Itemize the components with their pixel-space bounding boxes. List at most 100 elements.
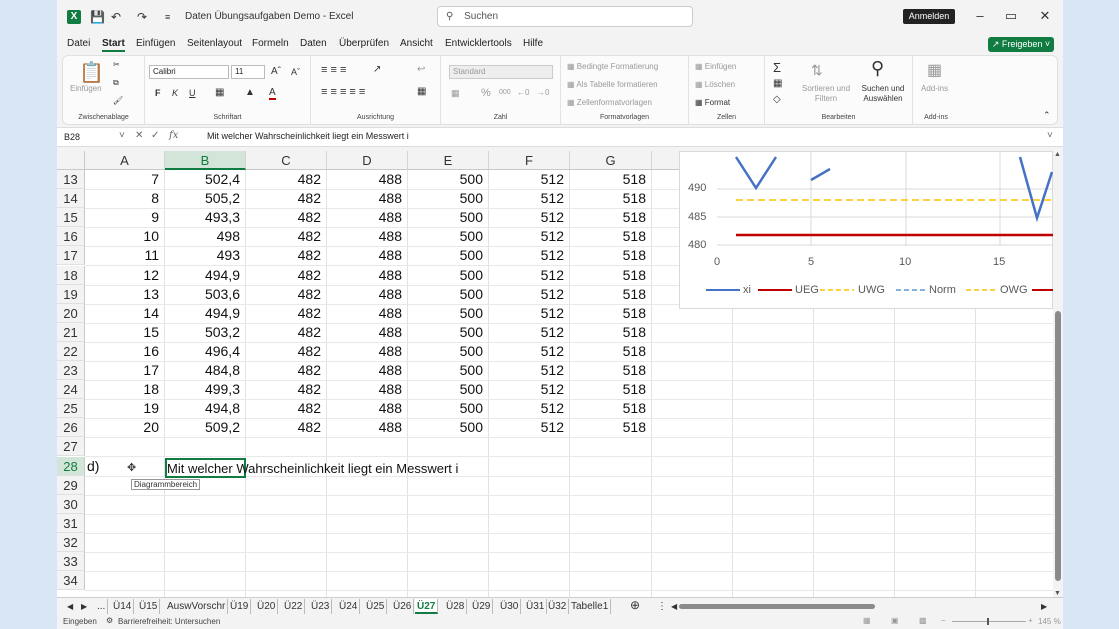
align-top-icon[interactable]: ≡ ≡ ≡ — [321, 64, 346, 76]
copy-icon[interactable]: ⧉ — [113, 78, 119, 88]
cell-c14[interactable]: 482 — [246, 189, 327, 208]
sheet-tab[interactable]: Ü32 — [546, 599, 570, 614]
sheet-tab[interactable]: Ü25 — [364, 599, 388, 614]
zoom-slider-handle[interactable] — [987, 618, 989, 625]
cell-f16[interactable]: 512 — [489, 227, 570, 246]
cell-a19[interactable]: 13 — [85, 285, 165, 304]
cell-d20[interactable]: 488 — [327, 304, 408, 323]
cell-g16[interactable]: 518 — [570, 227, 652, 246]
tab-seitenlayout[interactable]: Seitenlayout — [187, 38, 242, 49]
cell-g18[interactable]: 518 — [570, 266, 652, 285]
cell-f14[interactable]: 512 — [489, 189, 570, 208]
font-name-dropdown[interactable]: Calibri — [149, 65, 229, 79]
hscroll-left-icon[interactable]: ◀ — [669, 599, 679, 614]
cell-f24[interactable]: 512 — [489, 380, 570, 399]
merge-icon[interactable]: ▦ — [417, 86, 426, 97]
zoom-in-icon[interactable]: + — [1028, 616, 1033, 625]
add-sheet-icon[interactable]: ⊕ — [628, 598, 642, 613]
cell-a28[interactable]: d) — [85, 457, 165, 476]
cell-e21[interactable]: 500 — [408, 323, 489, 342]
cell-e26[interactable]: 500 — [408, 418, 489, 437]
row-header-24[interactable]: 24 — [57, 380, 85, 400]
sheet-tab[interactable]: Tabelle1 — [569, 599, 612, 614]
shrink-font-icon[interactable]: Aˇ — [291, 67, 300, 77]
vertical-scroll-thumb[interactable] — [1055, 311, 1061, 581]
tab-start[interactable]: Start — [102, 38, 125, 52]
cell-e23[interactable]: 500 — [408, 361, 489, 380]
cell-d24[interactable]: 488 — [327, 380, 408, 399]
cell-c16[interactable]: 482 — [246, 227, 327, 246]
row-header-31[interactable]: 31 — [57, 513, 85, 533]
cell-c19[interactable]: 482 — [246, 285, 327, 304]
cell-a24[interactable]: 18 — [85, 380, 165, 399]
sheet-tab[interactable]: Ü14 — [111, 599, 135, 614]
column-header-e[interactable]: E — [408, 151, 489, 170]
row-header-14[interactable]: 14 — [57, 189, 85, 209]
column-header-b[interactable]: B — [165, 151, 246, 170]
sheet-tab[interactable]: Ü30 — [498, 599, 522, 614]
cell-c20[interactable]: 482 — [246, 304, 327, 323]
cell-f21[interactable]: 512 — [489, 323, 570, 342]
sheet-tab[interactable]: Ü28 — [444, 599, 468, 614]
row-header-33[interactable]: 33 — [57, 552, 85, 571]
cell-g22[interactable]: 518 — [570, 342, 652, 361]
cell-styles-button[interactable]: ▦ Zellenformatvorlagen — [567, 98, 652, 107]
cell-g19[interactable]: 518 — [570, 285, 652, 304]
cell-b26[interactable]: 509,2 — [165, 418, 246, 437]
cell-g23[interactable]: 518 — [570, 361, 652, 380]
tab-ansicht[interactable]: Ansicht — [400, 38, 433, 49]
tab-entwicklertools[interactable]: Entwicklertools — [445, 38, 512, 49]
cut-icon[interactable]: ✂ — [113, 60, 120, 69]
format-painter-icon[interactable]: 🖌 — [113, 96, 123, 105]
fill-icon[interactable]: ▦ — [773, 78, 782, 89]
cell-d23[interactable]: 488 — [327, 361, 408, 380]
spreadsheet-grid[interactable]: ABCDEFGHIJKL 137502,44824885005125181485… — [57, 151, 1053, 597]
cell-b16[interactable]: 498 — [165, 227, 246, 246]
cell-a25[interactable]: 19 — [85, 399, 165, 418]
zoom-slider[interactable] — [952, 621, 1026, 622]
cell-b15[interactable]: 493,3 — [165, 208, 246, 227]
cell-e15[interactable]: 500 — [408, 208, 489, 227]
tab-formeln[interactable]: Formeln — [252, 38, 289, 49]
enter-icon[interactable]: ✓ — [151, 130, 159, 141]
cell-d16[interactable]: 488 — [327, 227, 408, 246]
close-button[interactable]: ✕ — [1035, 8, 1055, 24]
cancel-icon[interactable]: ✕ — [135, 130, 143, 141]
cell-a23[interactable]: 17 — [85, 361, 165, 380]
sheet-tab[interactable]: Ü19 — [228, 599, 252, 614]
cell-e13[interactable]: 500 — [408, 170, 489, 189]
page-break-icon[interactable]: ▩ — [919, 616, 927, 625]
cell-c23[interactable]: 482 — [246, 361, 327, 380]
delete-cells-button[interactable]: ▦ Löschen — [695, 80, 735, 89]
cell-a14[interactable]: 8 — [85, 189, 165, 208]
share-button[interactable]: ↗ Freigeben ˅ — [988, 37, 1054, 52]
column-header-d[interactable]: D — [327, 151, 408, 170]
cell-g17[interactable]: 518 — [570, 246, 652, 265]
row-header-29[interactable]: 29 — [57, 475, 85, 495]
cell-c26[interactable]: 482 — [246, 418, 327, 437]
normal-view-icon[interactable]: ▦ — [863, 616, 871, 625]
cell-f26[interactable]: 512 — [489, 418, 570, 437]
cell-e24[interactable]: 500 — [408, 380, 489, 399]
hscroll-right-icon[interactable]: ▶ — [1039, 599, 1049, 614]
cell-a18[interactable]: 12 — [85, 266, 165, 285]
cell-g15[interactable]: 518 — [570, 208, 652, 227]
row-header-27[interactable]: 27 — [57, 437, 85, 457]
minimize-button[interactable]: – — [970, 8, 990, 23]
collapse-ribbon-icon[interactable]: ⌃ — [1043, 110, 1051, 121]
cell-d18[interactable]: 488 — [327, 266, 408, 285]
cell-f22[interactable]: 512 — [489, 342, 570, 361]
cell-d26[interactable]: 488 — [327, 418, 408, 437]
zoom-level[interactable]: 145 % — [1038, 617, 1061, 626]
increase-decimal-icon[interactable]: ←0 — [517, 88, 529, 97]
cell-b22[interactable]: 496,4 — [165, 342, 246, 361]
cell-f18[interactable]: 512 — [489, 266, 570, 285]
cell-a22[interactable]: 16 — [85, 342, 165, 361]
row-header-17[interactable]: 17 — [57, 246, 85, 266]
cell-g24[interactable]: 518 — [570, 380, 652, 399]
redo-icon[interactable]: ↷ — [137, 8, 147, 26]
tab-daten[interactable]: Daten — [300, 38, 327, 49]
cell-c18[interactable]: 482 — [246, 266, 327, 285]
signin-button[interactable]: Anmelden — [903, 9, 955, 24]
orientation-icon[interactable]: ↗ — [373, 64, 381, 75]
